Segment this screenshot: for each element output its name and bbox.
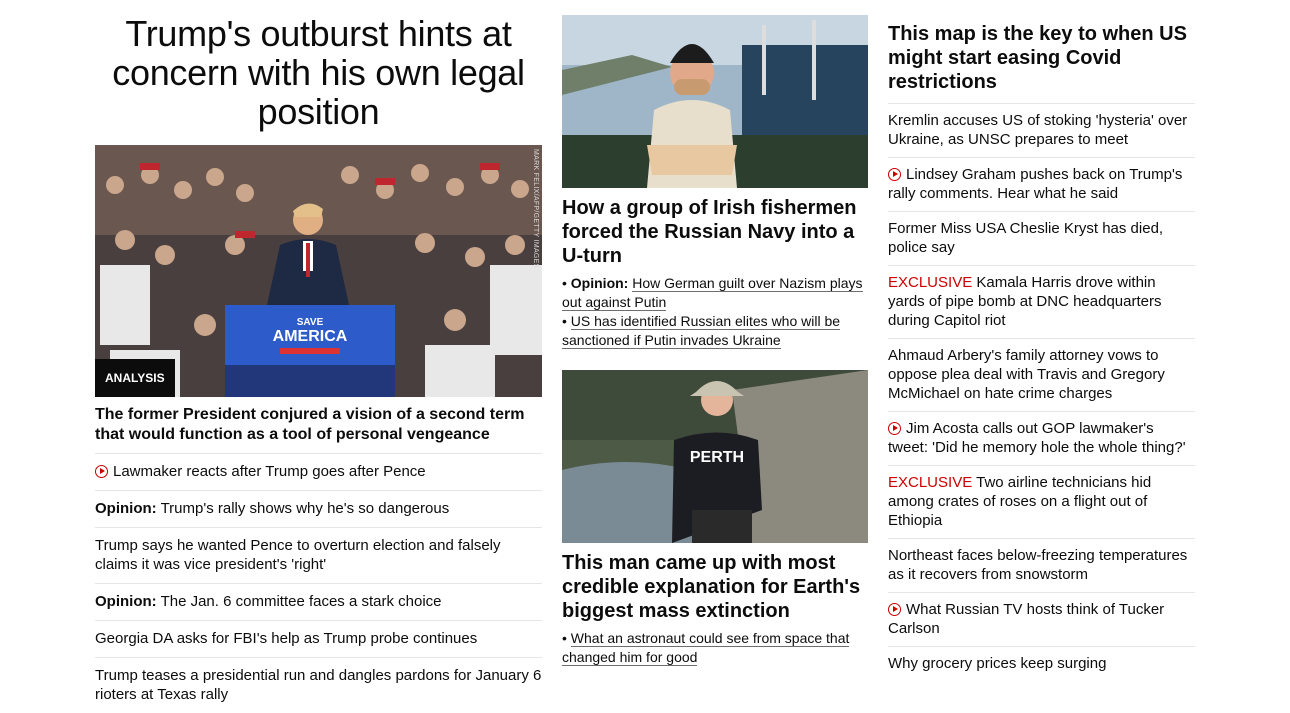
list-item[interactable]: Opinion: The Jan. 6 committee faces a st… (95, 583, 542, 620)
list-item[interactable]: EXCLUSIVE Two airline technicians hid am… (888, 465, 1195, 538)
fisherman-image[interactable] (562, 15, 868, 188)
opinion-label: Opinion: (95, 593, 157, 610)
list-item[interactable]: Georgia DA asks for FBI's help as Trump … (95, 620, 542, 657)
scientist-photo: PERTH (562, 370, 868, 543)
story-related-list: • Opinion: How German guilt over Nazism … (562, 274, 868, 350)
list-item[interactable]: • Opinion: How German guilt over Nazism … (562, 274, 868, 312)
list-item[interactable]: Jim Acosta calls out GOP lawmaker's twee… (888, 411, 1195, 465)
list-item[interactable]: • What an astronaut could see from space… (562, 629, 868, 667)
opinion-label: Opinion: (570, 275, 629, 291)
list-item[interactable]: • US has identified Russian elites who w… (562, 312, 868, 350)
list-item[interactable]: Lindsey Graham pushes back on Trump's ra… (888, 157, 1195, 211)
story-headline-link[interactable]: This man came up with most credible expl… (562, 551, 868, 623)
exclusive-label: EXCLUSIVE (888, 274, 973, 291)
list-item[interactable]: What Russian TV hosts think of Tucker Ca… (888, 592, 1195, 646)
opinion-label: Opinion: (95, 500, 157, 517)
analysis-badge: ANALYSIS (95, 359, 175, 397)
headline-list: Kremlin accuses US of stoking 'hysteria'… (888, 103, 1195, 681)
list-item[interactable]: Why grocery prices keep surging (888, 646, 1195, 681)
lead-headline-link[interactable]: Trump's outburst hints at concern with h… (95, 14, 542, 131)
lead-image[interactable]: SAVE AMERICA MARK FELIX/AFP/GETTY IMAGES… (95, 145, 542, 397)
list-item[interactable]: Trump teases a presidential run and dang… (95, 657, 542, 713)
lead-subhead: The former President conjured a vision o… (95, 406, 525, 443)
list-item[interactable]: EXCLUSIVE Kamala Harris drove within yar… (888, 265, 1195, 338)
list-item[interactable]: Northeast faces below-freezing temperatu… (888, 538, 1195, 592)
lead-headline: Trump's outburst hints at concern with h… (112, 13, 525, 132)
side-headline-link[interactable]: This map is the key to when US might sta… (888, 22, 1195, 94)
scientist-image[interactable]: PERTH (562, 370, 868, 543)
list-item[interactable]: Opinion: Trump's rally shows why he's so… (95, 490, 542, 527)
image-credit: MARK FELIX/AFP/GETTY IMAGES (532, 149, 539, 269)
lead-subhead-link[interactable]: The former President conjured a vision o… (95, 405, 542, 445)
list-item[interactable]: Lawmaker reacts after Trump goes after P… (95, 453, 542, 490)
middle-column: How a group of Irish fishermen forced th… (562, 0, 868, 666)
lead-related-list: Lawmaker reacts after Trump goes after P… (95, 453, 542, 713)
lead-story-column: Trump's outburst hints at concern with h… (95, 0, 542, 713)
exclusive-label: EXCLUSIVE (888, 474, 973, 491)
story-card: PERTH This man came up with most credibl… (562, 370, 868, 667)
sign-main: AMERICA (273, 328, 348, 345)
list-item[interactable]: Trump says he wanted Pence to overturn e… (95, 527, 542, 583)
list-item[interactable]: Ahmaud Arbery's family attorney vows to … (888, 338, 1195, 411)
play-video-icon (95, 465, 108, 478)
story-headline: This man came up with most credible expl… (562, 552, 861, 622)
headlines-column: This map is the key to when US might sta… (888, 0, 1195, 681)
story-headline: How a group of Irish fishermen forced th… (562, 197, 857, 267)
play-video-icon (888, 422, 901, 435)
sweater-text: PERTH (690, 449, 744, 466)
fisherman-photo (562, 15, 868, 188)
list-item[interactable]: Kremlin accuses US of stoking 'hysteria'… (888, 103, 1195, 157)
story-headline-link[interactable]: How a group of Irish fishermen forced th… (562, 196, 868, 268)
list-item[interactable]: Former Miss USA Cheslie Kryst has died, … (888, 211, 1195, 265)
side-headline: This map is the key to when US might sta… (888, 23, 1187, 93)
sign-top: SAVE (297, 317, 324, 328)
play-video-icon (888, 168, 901, 181)
story-related-list: • What an astronaut could see from space… (562, 629, 868, 667)
story-card: How a group of Irish fishermen forced th… (562, 15, 868, 350)
play-video-icon (888, 603, 901, 616)
